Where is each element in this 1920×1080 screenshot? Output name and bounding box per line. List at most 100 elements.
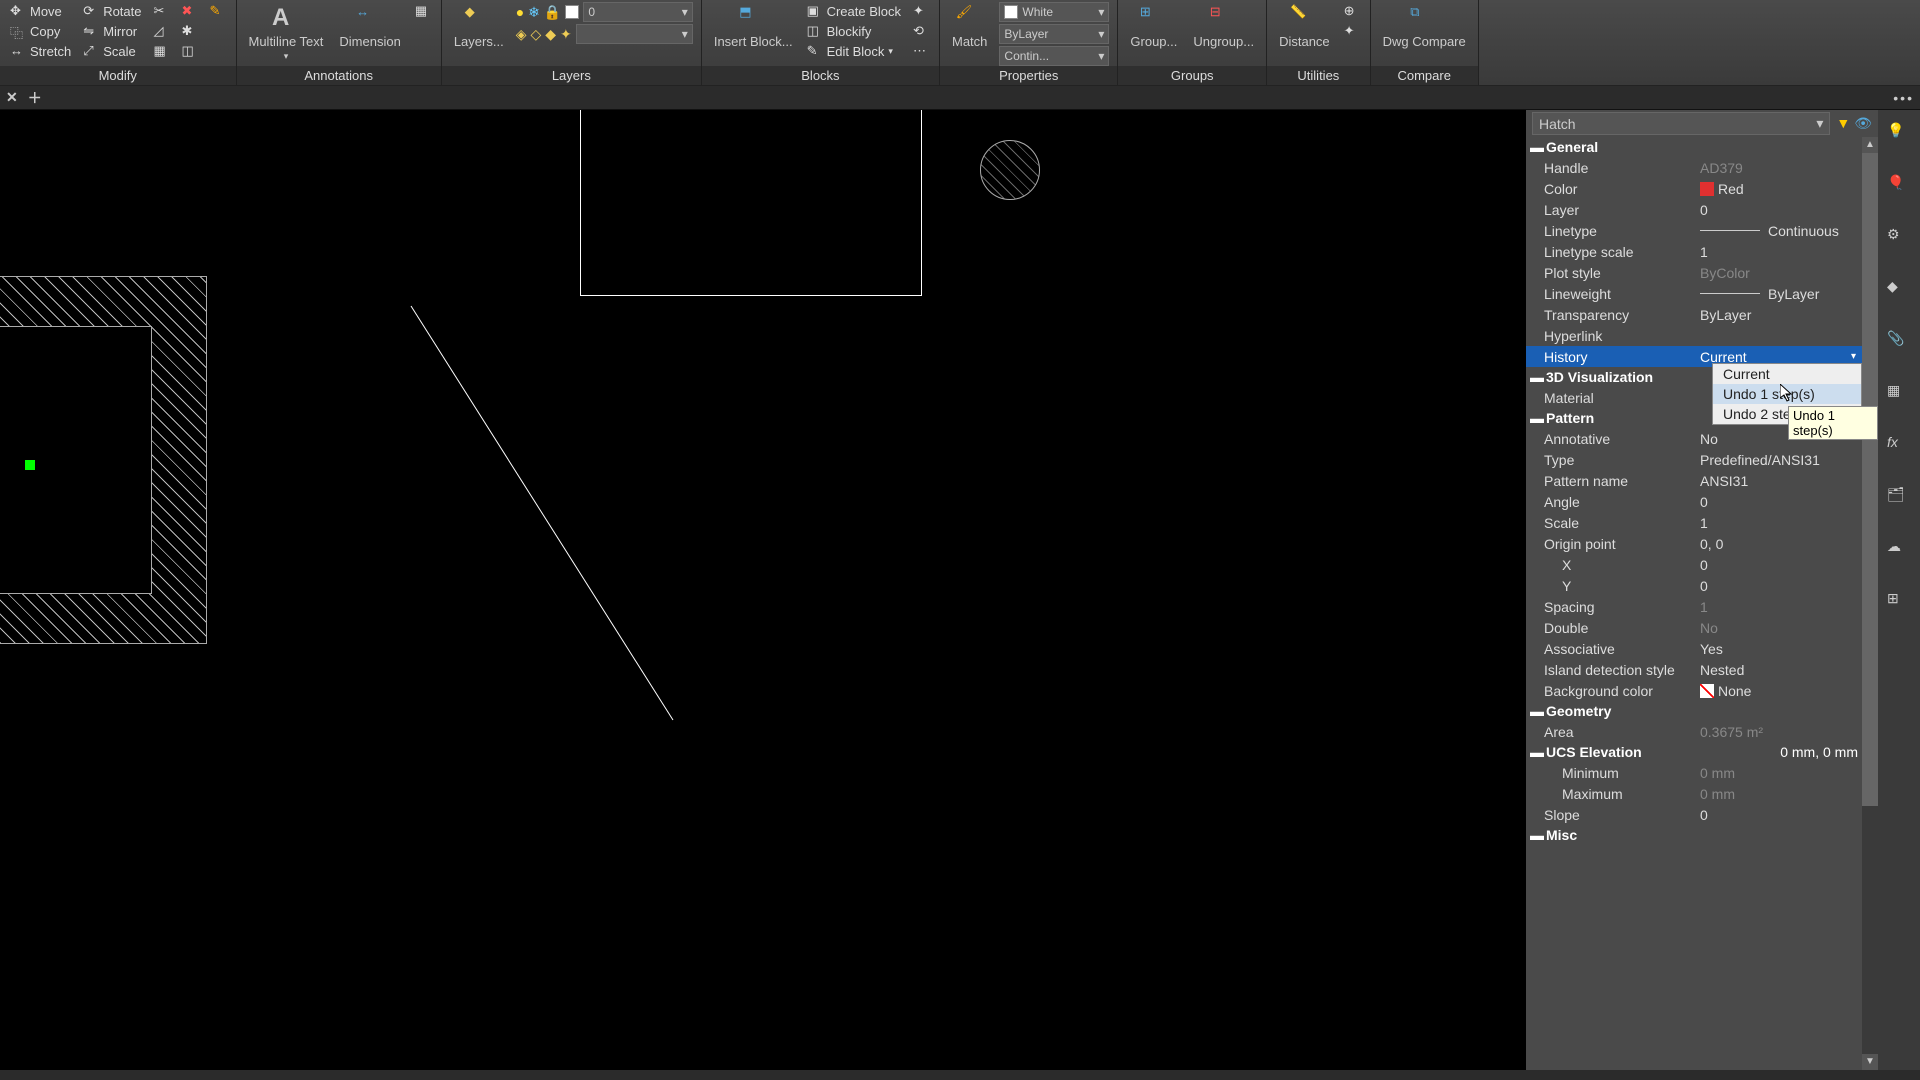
origin-y-value[interactable]: 0	[1696, 578, 1862, 594]
layer-lock-icon[interactable]: 🔒	[544, 4, 561, 21]
section-general[interactable]: ▬General	[1526, 137, 1862, 157]
move-button[interactable]: ✥Move	[8, 2, 73, 20]
origin-x-value[interactable]: 0	[1696, 557, 1862, 573]
layer-uniso-icon[interactable]: ◇	[530, 26, 541, 43]
object-type-dropdown[interactable]: Hatch▾	[1532, 112, 1830, 135]
grid-icon[interactable]: ▦	[1887, 382, 1911, 406]
new-tab-button[interactable]: ＋	[28, 88, 42, 108]
close-tab-button[interactable]: ✕	[6, 89, 18, 106]
linetype-value[interactable]: Continuous	[1696, 223, 1862, 239]
rotate-button[interactable]: ⟳Rotate	[81, 2, 143, 20]
settings-icon[interactable]: ⚙	[1887, 226, 1911, 250]
layers-button[interactable]: ◆ Layers...	[450, 2, 508, 51]
linetype-dropdown[interactable]: Contin...▾	[999, 46, 1109, 66]
create-block-button[interactable]: ▣Create Block	[805, 2, 903, 20]
lineweight-value[interactable]: ByLayer	[1696, 286, 1862, 302]
origin-value[interactable]: 0, 0	[1696, 536, 1862, 552]
match-button[interactable]: 🖌 Match	[948, 2, 991, 51]
section-geometry[interactable]: ▬Geometry	[1526, 701, 1862, 721]
layer-dropdown[interactable]: 0▾	[583, 2, 693, 22]
color-dropdown[interactable]: White▾	[999, 2, 1109, 22]
linetype-scale-value[interactable]: 1	[1696, 244, 1862, 260]
edit-button[interactable]: ✎	[208, 2, 228, 20]
layer-match-icon[interactable]: ✦	[560, 26, 572, 43]
lightbulb-icon[interactable]: 💡	[1887, 122, 1911, 146]
filter-icon[interactable]: ▼	[1836, 115, 1850, 132]
mirror-button[interactable]: ⇋Mirror	[81, 22, 143, 40]
attach-icon[interactable]: 📎	[1887, 330, 1911, 354]
edit-block-button[interactable]: ✎Edit Block▾	[805, 42, 903, 60]
scale-button[interactable]: ⤢Scale	[81, 42, 143, 60]
tabs-overflow-button[interactable]: •••	[1893, 90, 1914, 106]
layer-freeze-icon[interactable]: ❄	[528, 4, 540, 21]
distance-button[interactable]: 📏Distance	[1275, 2, 1334, 51]
array-button[interactable]: ▦	[152, 42, 172, 60]
table-button[interactable]: ▦	[413, 2, 433, 20]
circle-shape[interactable]	[980, 140, 1040, 200]
balloon-icon[interactable]: 🎈	[1887, 174, 1911, 198]
rectangle-shape[interactable]	[580, 110, 922, 296]
selection-grip[interactable]	[25, 460, 35, 470]
group-button[interactable]: ⊞Group...	[1126, 2, 1181, 51]
island-value[interactable]: Nested	[1696, 662, 1862, 678]
dwg-compare-button[interactable]: ⧉Dwg Compare	[1379, 2, 1470, 51]
history-option-current[interactable]: Current	[1713, 364, 1861, 384]
layer-iso-icon[interactable]: ◈	[516, 26, 527, 43]
collapse-icon[interactable]: ▬	[1530, 744, 1542, 760]
trim-button[interactable]: ✂	[152, 2, 172, 20]
layer-state-dropdown[interactable]: ▾	[576, 24, 693, 44]
fx-icon[interactable]: fx	[1887, 434, 1911, 458]
collapse-icon[interactable]: ▬	[1530, 410, 1542, 426]
line-shape[interactable]	[411, 306, 412, 307]
pattern-name-value[interactable]: ANSI31	[1696, 473, 1862, 489]
layer-off-icon[interactable]: ◆	[545, 26, 556, 43]
drawing-tabs: ✕ ＋ •••	[0, 86, 1920, 110]
layer-value[interactable]: 0	[1696, 202, 1862, 218]
bgcolor-value[interactable]: None	[1696, 683, 1862, 699]
slope-value[interactable]: 0	[1696, 807, 1862, 823]
util-1-button[interactable]: ⊕	[1342, 2, 1362, 20]
drawing-canvas[interactable]	[0, 110, 1526, 1070]
stretch-button[interactable]: ↔Stretch	[8, 42, 73, 60]
collapse-icon[interactable]: ▬	[1530, 703, 1542, 719]
collapse-icon[interactable]: ▬	[1530, 369, 1542, 385]
cursor-icon	[1780, 384, 1796, 404]
collapse-icon[interactable]: ▬	[1530, 139, 1542, 155]
tree-icon[interactable]: 🗂	[1887, 486, 1911, 510]
util-2-button[interactable]: ✦	[1342, 22, 1362, 40]
explode-button[interactable]: ✱	[180, 22, 200, 40]
block-attr-button[interactable]: ✦	[911, 2, 931, 20]
properties-scrollbar[interactable]: ▲ ▼	[1862, 137, 1878, 1070]
chevron-down-icon: ▾	[1851, 351, 1856, 362]
layer-on-icon[interactable]: ●	[516, 4, 524, 20]
collapse-icon[interactable]: ▬	[1530, 827, 1542, 843]
associative-value[interactable]: Yes	[1696, 641, 1862, 657]
apps-icon[interactable]: ⊞	[1887, 590, 1911, 614]
section-misc[interactable]: ▬Misc	[1526, 825, 1862, 845]
multiline-text-button[interactable]: A Multiline Text ▾	[245, 2, 328, 64]
block-more-button[interactable]: ⋯	[911, 42, 931, 60]
scroll-down-button[interactable]: ▼	[1862, 1054, 1878, 1070]
copy-button[interactable]: ⿻Copy	[8, 22, 73, 40]
dimension-button[interactable]: ↔ Dimension	[335, 2, 404, 51]
quick-select-icon[interactable]: 👁	[1854, 115, 1872, 132]
insert-block-button[interactable]: ⬒ Insert Block...	[710, 2, 797, 51]
compare-icon: ⧉	[1410, 4, 1438, 32]
fillet-button[interactable]: ◿	[152, 22, 172, 40]
angle-value[interactable]: 0	[1696, 494, 1862, 510]
ungroup-button[interactable]: ⊟Ungroup...	[1189, 2, 1258, 51]
section-ucs[interactable]: ▬UCS Elevation0 mm, 0 mm	[1526, 742, 1862, 762]
layer-color-swatch[interactable]	[565, 5, 579, 19]
scale-value[interactable]: 1	[1696, 515, 1862, 531]
erase-button[interactable]: ✖	[180, 2, 200, 20]
offset-button[interactable]: ◫	[180, 42, 200, 60]
lineweight-dropdown[interactable]: ByLayer▾	[999, 24, 1109, 44]
scroll-up-button[interactable]: ▲	[1862, 137, 1878, 153]
blockify-button[interactable]: ◫Blockify	[805, 22, 903, 40]
color-value[interactable]: Red	[1696, 181, 1862, 197]
transparency-value[interactable]: ByLayer	[1696, 307, 1862, 323]
block-sync-button[interactable]: ⟲	[911, 22, 931, 40]
layers-stack-icon[interactable]: ◆	[1887, 278, 1911, 302]
cloud-icon[interactable]: ☁	[1887, 538, 1911, 562]
type-value[interactable]: Predefined/ANSI31	[1696, 452, 1862, 468]
